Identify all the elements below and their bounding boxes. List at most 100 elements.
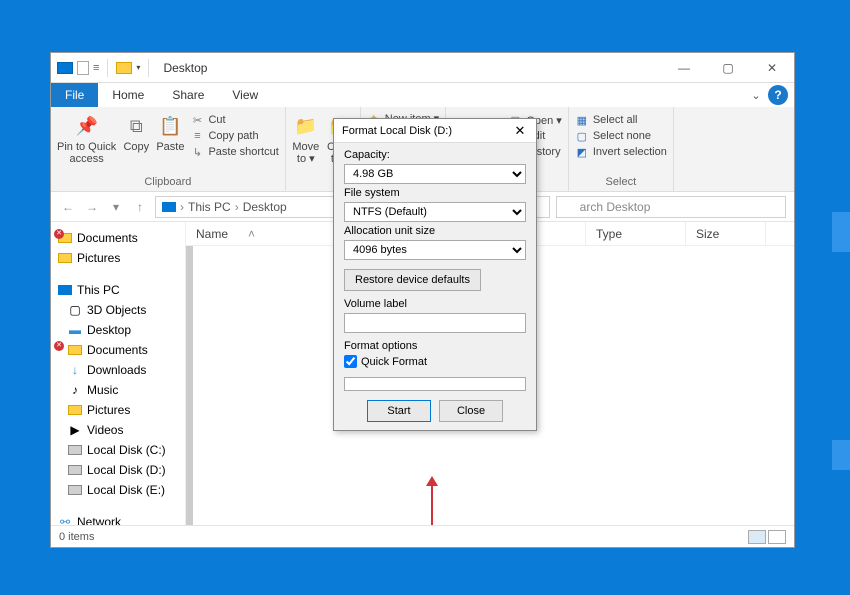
format-options-label: Format options: [344, 340, 526, 352]
network-icon: ⚯: [57, 515, 73, 525]
folder-icon: [68, 345, 82, 355]
ribbon-tabs: File Home Share View ⌄ ?: [51, 83, 794, 107]
ribbon-collapse-button[interactable]: ⌄: [746, 83, 766, 107]
tree-item[interactable]: ♪Music: [57, 380, 183, 400]
dialog-titlebar: Format Local Disk (D:) ✕: [334, 119, 536, 143]
start-button[interactable]: Start: [367, 400, 431, 422]
pin-to-quick-access-button[interactable]: 📌Pin to Quick access: [57, 111, 116, 165]
tab-file[interactable]: File: [51, 83, 98, 107]
search-input[interactable]: arch Desktop: [556, 196, 786, 218]
tree-item[interactable]: Local Disk (D:): [57, 460, 183, 480]
close-icon[interactable]: ✕: [512, 123, 528, 139]
pc-icon: [57, 62, 73, 74]
disk-icon: [68, 445, 82, 455]
tree-item[interactable]: ▶Videos: [57, 420, 183, 440]
copy-icon: ⧉: [122, 113, 150, 139]
crumb-thispc[interactable]: This PC: [188, 200, 231, 214]
tab-home[interactable]: Home: [98, 83, 158, 107]
shortcut-icon: ↳: [190, 145, 204, 159]
up-button[interactable]: ↑: [131, 200, 149, 214]
volume-label-input[interactable]: [344, 313, 526, 333]
folder-icon: [116, 62, 132, 74]
tree-item[interactable]: Local Disk (C:): [57, 440, 183, 460]
select-all-button[interactable]: ▦Select all: [575, 113, 667, 127]
disk-icon: [68, 485, 82, 495]
col-type[interactable]: Type: [586, 222, 686, 245]
folder-icon: [58, 253, 72, 263]
close-button[interactable]: ✕: [750, 53, 794, 82]
volume-label-label: Volume label: [344, 298, 526, 310]
help-button[interactable]: ?: [768, 85, 788, 105]
pc-icon: [58, 285, 72, 295]
tree-item[interactable]: Pictures: [57, 400, 183, 420]
group-select: ▦Select all ▢Select none ◩Invert selecti…: [569, 107, 674, 191]
restore-defaults-button[interactable]: Restore device defaults: [344, 269, 481, 291]
tree-item[interactable]: ↓Downloads: [57, 360, 183, 380]
folder-icon: [58, 233, 72, 243]
desktop-icon: ▬: [67, 323, 83, 337]
chevron-down-icon[interactable]: ▾: [107, 200, 125, 214]
move-to-button[interactable]: 📁Move to ▾: [292, 111, 320, 165]
annotation-arrow: [431, 485, 433, 525]
group-clipboard: 📌Pin to Quick access ⧉Copy 📋Paste ✂Cut ≡…: [51, 107, 286, 191]
scroll-indicator: [186, 246, 193, 525]
titlebar: ≡ ▾ Desktop — ▢ ✕: [51, 53, 794, 83]
allocation-select[interactable]: 4096 bytes: [344, 240, 526, 260]
progress-bar: [344, 377, 526, 391]
maximize-button[interactable]: ▢: [706, 53, 750, 82]
close-button[interactable]: Close: [439, 400, 503, 422]
minimize-button[interactable]: —: [662, 53, 706, 82]
crumb-desktop[interactable]: Desktop: [243, 200, 287, 214]
pin-icon: 📌: [73, 113, 101, 139]
group-label-select: Select: [606, 176, 637, 189]
select-none-button[interactable]: ▢Select none: [575, 129, 667, 143]
group-label-clipboard: Clipboard: [144, 176, 191, 189]
folder-icon: [68, 405, 82, 415]
col-name[interactable]: Name˄: [186, 222, 336, 245]
back-button[interactable]: ←: [59, 200, 77, 214]
copy-path-button[interactable]: ≡Copy path: [190, 129, 278, 143]
view-icons-button[interactable]: [768, 530, 786, 544]
item-count: 0 items: [59, 531, 94, 543]
desktop-accent: [832, 440, 850, 470]
capacity-label: Capacity:: [344, 149, 526, 161]
cut-button[interactable]: ✂Cut: [190, 113, 278, 127]
paste-shortcut-button[interactable]: ↳Paste shortcut: [190, 145, 278, 159]
tree-item[interactable]: ▢3D Objects: [57, 300, 183, 320]
tree-item-network[interactable]: ⚯Network: [57, 512, 183, 525]
tree-item[interactable]: Documents: [57, 228, 183, 248]
cube-icon: ▢: [67, 303, 83, 317]
tree-item-thispc[interactable]: This PC: [57, 280, 183, 300]
allocation-label: Allocation unit size: [344, 225, 526, 237]
quick-access-toolbar: ≡ ▾: [51, 59, 159, 77]
tab-share[interactable]: Share: [158, 83, 218, 107]
disk-icon: [68, 465, 82, 475]
status-bar: 0 items: [51, 525, 794, 547]
invert-icon: ◩: [575, 145, 589, 159]
forward-button[interactable]: →: [83, 200, 101, 214]
tree-item[interactable]: Local Disk (E:): [57, 480, 183, 500]
nav-tree: Documents Pictures This PC ▢3D Objects ▬…: [51, 222, 186, 525]
document-icon: [77, 61, 89, 75]
copy-button[interactable]: ⧉Copy: [122, 111, 150, 153]
desktop-accent: [832, 212, 850, 252]
tree-item[interactable]: ▬Desktop: [57, 320, 183, 340]
move-icon: 📁: [292, 113, 320, 139]
quick-format-checkbox[interactable]: Quick Format: [344, 355, 526, 368]
invert-selection-button[interactable]: ◩Invert selection: [575, 145, 667, 159]
format-dialog: Format Local Disk (D:) ✕ Capacity: 4.98 …: [333, 118, 537, 431]
view-details-button[interactable]: [748, 530, 766, 544]
tree-item[interactable]: Pictures: [57, 248, 183, 268]
capacity-select[interactable]: 4.98 GB: [344, 164, 526, 184]
chevron-down-icon[interactable]: ▾: [136, 63, 140, 72]
paste-icon: 📋: [156, 113, 184, 139]
tab-view[interactable]: View: [218, 83, 272, 107]
tree-item[interactable]: Documents: [57, 340, 183, 360]
paste-button[interactable]: 📋Paste: [156, 111, 184, 153]
filesystem-label: File system: [344, 187, 526, 199]
equals-icon: ≡: [93, 62, 99, 74]
col-size[interactable]: Size: [686, 222, 766, 245]
scissors-icon: ✂: [190, 113, 204, 127]
filesystem-select[interactable]: NTFS (Default): [344, 202, 526, 222]
selectall-icon: ▦: [575, 113, 589, 127]
